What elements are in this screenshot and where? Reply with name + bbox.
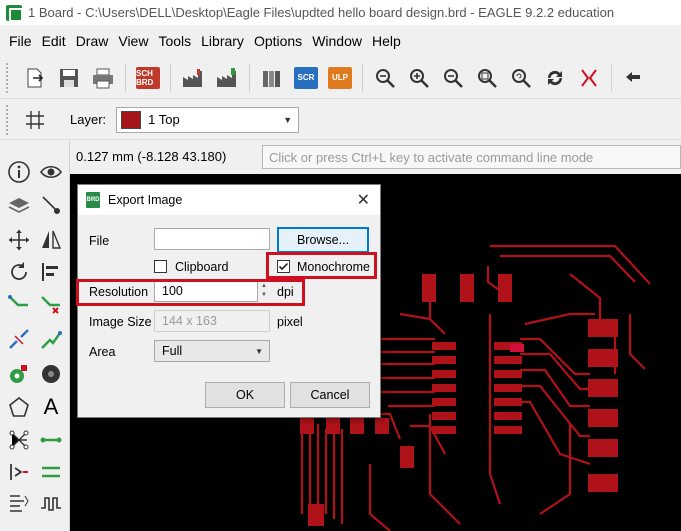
- attribute-icon[interactable]: [6, 459, 32, 485]
- stop-icon[interactable]: [575, 64, 603, 92]
- wire-icon[interactable]: [38, 427, 64, 453]
- layer-dropdown[interactable]: 1 Top ▼: [116, 106, 300, 133]
- sch-brd-switch-icon[interactable]: SCH BRD: [134, 64, 162, 92]
- menu-options[interactable]: Options: [249, 33, 307, 49]
- menu-bar: File Edit Draw View Tools Library Option…: [0, 27, 681, 55]
- add-wire-icon[interactable]: [38, 459, 64, 485]
- window-title: 1 Board - C:\Users\DELL\Desktop\Eagle Fi…: [28, 5, 615, 20]
- zoom-out-icon[interactable]: [439, 64, 467, 92]
- move-icon[interactable]: [6, 227, 32, 253]
- layer-toolbar: Layer: 1 Top ▼: [0, 100, 681, 140]
- left-tool-palette: A: [0, 141, 70, 531]
- chevron-down-icon: ▼: [283, 114, 293, 125]
- menu-help[interactable]: Help: [367, 33, 406, 49]
- dialog-title: Export Image: [108, 193, 183, 207]
- zoom-select-icon[interactable]: [473, 64, 501, 92]
- menu-library[interactable]: Library: [196, 33, 249, 49]
- scr-label: SCR: [294, 66, 318, 89]
- text-tool-glyph: A: [43, 394, 59, 419]
- undo-icon[interactable]: [620, 64, 648, 92]
- image-size-field: 144 x 163: [154, 310, 270, 332]
- browse-button[interactable]: Browse...: [277, 227, 369, 253]
- brd-icon: BRD: [86, 192, 100, 208]
- cancel-button[interactable]: Cancel: [290, 382, 370, 408]
- clipboard-checkbox[interactable]: [154, 260, 167, 273]
- text-tool-icon[interactable]: A: [38, 394, 64, 420]
- optimize-icon[interactable]: [38, 327, 64, 353]
- save-icon[interactable]: [55, 64, 83, 92]
- redraw-icon[interactable]: [541, 64, 569, 92]
- zoom-previous-icon[interactable]: [507, 64, 535, 92]
- ulp-icon[interactable]: ULP: [326, 64, 354, 92]
- toolbar-separator: [362, 63, 363, 92]
- toolbar-separator: [170, 63, 171, 92]
- split-icon[interactable]: [6, 327, 32, 353]
- zoom-fit-icon[interactable]: [371, 64, 399, 92]
- open-icon[interactable]: [21, 64, 49, 92]
- image-size-label: Image Size: [89, 315, 152, 329]
- toolbar-separator: [249, 63, 250, 92]
- ok-button[interactable]: OK: [205, 382, 285, 408]
- sch-brd-label: SCH BRD: [136, 66, 160, 89]
- zoom-in-icon[interactable]: [405, 64, 433, 92]
- toolbar-grip[interactable]: [6, 104, 10, 135]
- clipboard-label: Clipboard: [175, 260, 229, 274]
- toolbar-grip[interactable]: [6, 62, 10, 93]
- main-toolbar: SCH BRD SCR ULP: [0, 57, 681, 99]
- menu-tools[interactable]: Tools: [153, 33, 196, 49]
- signal-icon[interactable]: [6, 427, 32, 453]
- file-label: File: [89, 234, 110, 248]
- info-icon[interactable]: [6, 159, 32, 185]
- layer-color-swatch: [121, 110, 142, 129]
- menu-edit[interactable]: Edit: [37, 33, 71, 49]
- area-dropdown[interactable]: Full ▼: [154, 340, 270, 362]
- file-path-input[interactable]: [154, 228, 270, 250]
- ripup-icon[interactable]: [38, 292, 64, 318]
- title-bar: 1 Board - C:\Users\DELL\Desktop\Eagle Fi…: [0, 0, 681, 25]
- close-icon[interactable]: ✕: [357, 190, 370, 210]
- rotate-icon[interactable]: [6, 259, 32, 285]
- eagle-app-icon: [6, 4, 23, 22]
- toolbar-separator: [611, 63, 612, 92]
- resolution-highlight-box: [76, 279, 305, 306]
- image-size-unit: pixel: [277, 315, 303, 329]
- cam-processor-icon[interactable]: [179, 64, 207, 92]
- dialog-title-bar: BRD Export Image ✕: [78, 185, 380, 215]
- mirror-icon[interactable]: [38, 227, 64, 253]
- layer-selected-value: 1 Top: [148, 112, 180, 127]
- menu-draw[interactable]: Draw: [71, 33, 114, 49]
- coordinate-readout: 0.127 mm (-8.128 43.180): [76, 149, 227, 164]
- menu-file[interactable]: File: [4, 33, 37, 49]
- via-icon[interactable]: [6, 361, 32, 387]
- menu-view[interactable]: View: [113, 33, 153, 49]
- layer-visibility-icon[interactable]: [6, 192, 32, 218]
- align-icon[interactable]: [38, 259, 64, 285]
- toolbar-separator: [125, 63, 126, 92]
- pad-icon[interactable]: [38, 361, 64, 387]
- print-icon[interactable]: [89, 64, 117, 92]
- command-line-input[interactable]: Click or press Ctrl+L key to activate co…: [262, 145, 681, 169]
- script-icon[interactable]: SCR: [292, 64, 320, 92]
- manufacturing-icon[interactable]: [213, 64, 241, 92]
- meander-icon[interactable]: [38, 491, 64, 517]
- polygon-icon[interactable]: [6, 394, 32, 420]
- library-icon[interactable]: [258, 64, 286, 92]
- ulp-label: ULP: [328, 66, 352, 89]
- area-label: Area: [89, 345, 116, 359]
- label-icon[interactable]: [6, 491, 32, 517]
- mark-icon[interactable]: [38, 192, 64, 218]
- show-eye-icon[interactable]: [38, 159, 64, 185]
- area-selected-value: Full: [162, 344, 183, 358]
- monochrome-highlight-box: [266, 252, 377, 279]
- layer-label: Layer:: [70, 112, 107, 127]
- route-icon[interactable]: [6, 292, 32, 318]
- menu-window[interactable]: Window: [307, 33, 367, 49]
- chevron-down-icon: ▼: [255, 347, 263, 356]
- grid-icon[interactable]: [21, 106, 49, 134]
